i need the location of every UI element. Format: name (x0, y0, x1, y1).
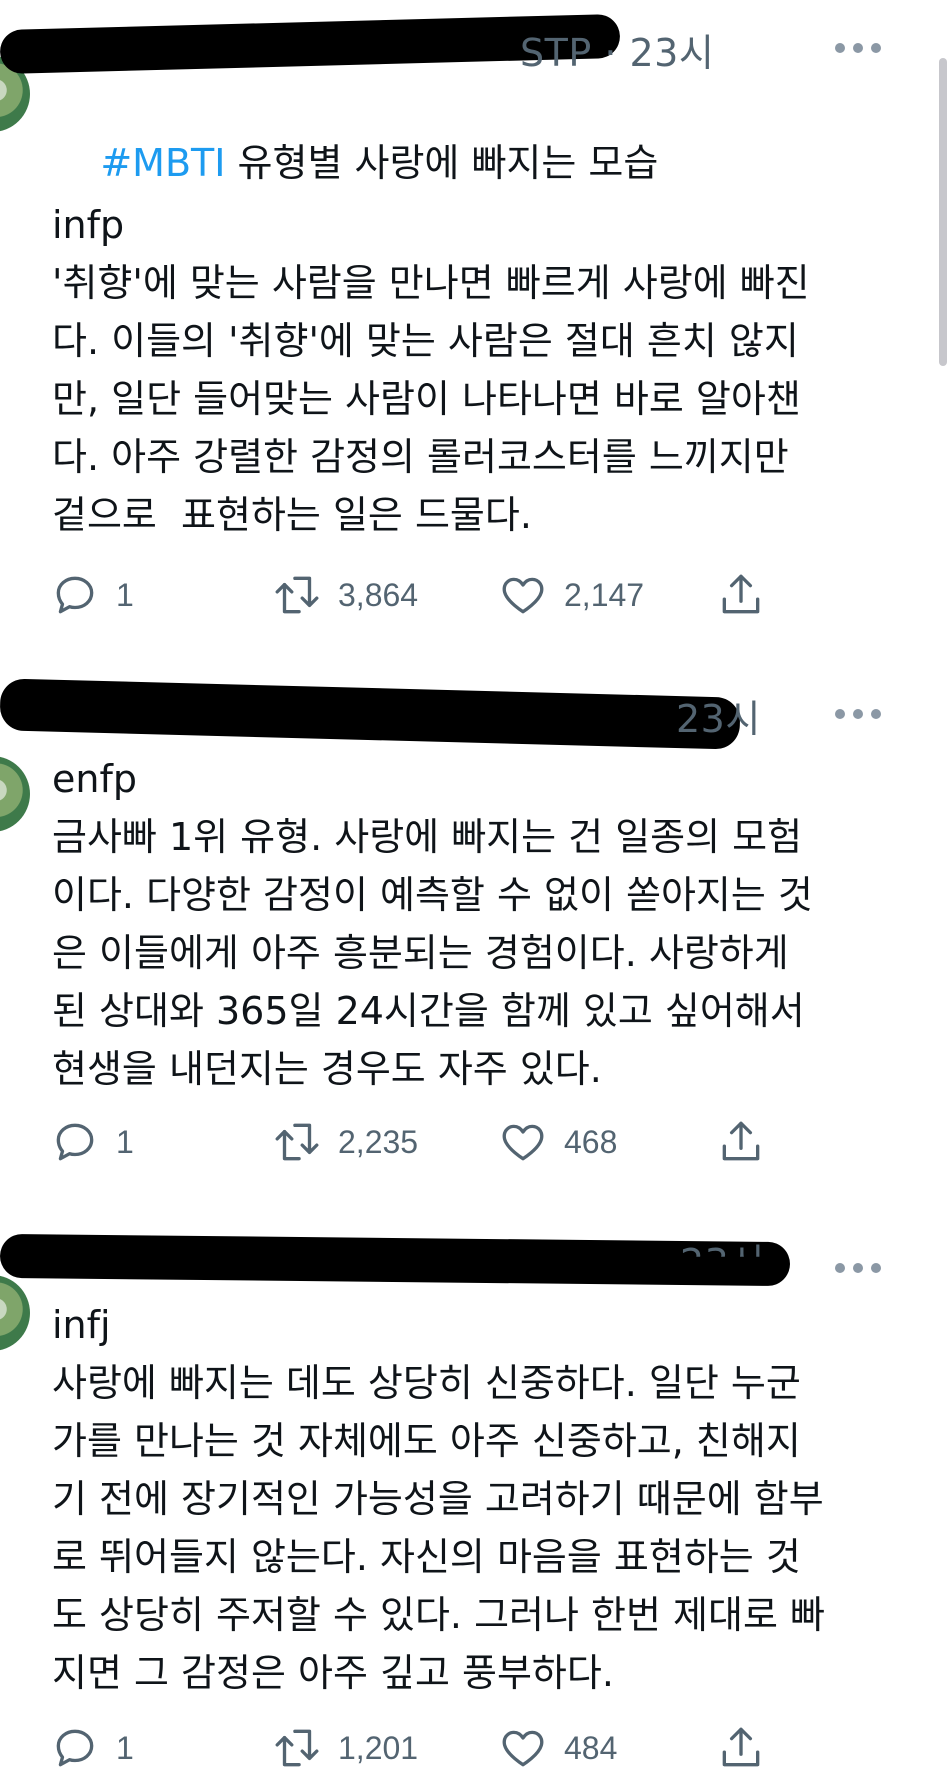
scrollbar[interactable] (939, 58, 947, 366)
hashtag-link[interactable]: #MBTI (100, 141, 225, 185)
tweet[interactable]: STP · 23시 #MBTI 유형별 사랑에 빠지는 모습 infp '취향'… (0, 0, 951, 614)
more-icon (835, 709, 845, 719)
tweet-actions: 1 1,201 484 (50, 1718, 880, 1778)
share-icon (722, 1727, 760, 1767)
retweet-button[interactable]: 1,201 (272, 1718, 418, 1778)
avatar[interactable] (0, 756, 30, 832)
redacted-author-info (0, 1233, 791, 1287)
mbti-type-label: infj (52, 1303, 111, 1347)
tweet-timestamp: 23시 (676, 697, 761, 741)
more-icon (835, 1263, 845, 1273)
more-options-button[interactable] (835, 1262, 881, 1274)
like-icon (502, 1730, 544, 1767)
tweet-text: 금사빠 1위 유형. 사랑에 빠지는 건 일종의 모험 이다. 다양한 감정이 … (52, 815, 813, 1091)
tweet[interactable]: 23시 enfp 금사빠 1위 유형. 사랑에 빠지는 건 일종의 모험 이다.… (0, 600, 951, 1161)
avatar[interactable] (0, 1275, 30, 1351)
retweet-count: 1,201 (338, 1729, 419, 1766)
tweet-timestamp: STP · 23시 (520, 31, 715, 75)
reply-icon (56, 1729, 94, 1767)
like-count: 484 (564, 1729, 618, 1766)
retweet-icon (275, 1729, 319, 1767)
more-options-button[interactable] (835, 708, 881, 720)
more-icon (835, 43, 845, 53)
like-button[interactable]: 484 (498, 1718, 617, 1778)
mbti-type-label: infp (52, 203, 125, 247)
share-button[interactable] (716, 1718, 766, 1778)
tweet-text: '취향'에 맞는 사람을 만나면 빠르게 사랑에 빠진 다. 이들의 '취향'에… (52, 261, 810, 537)
more-options-button[interactable] (835, 42, 881, 54)
reply-count: 1 (116, 1729, 134, 1766)
reply-button[interactable]: 1 (50, 1718, 134, 1778)
mbti-type-label: enfp (52, 757, 137, 801)
tweet-text: 사랑에 빠지는 데도 상당히 신중하다. 일단 누군 가를 만나는 것 자체에도… (52, 1361, 825, 1695)
redacted-author-info (0, 678, 741, 750)
tweet[interactable]: 23시 infj 사랑에 빠지는 데도 상당히 신중하다. 일단 누군 가를 만… (0, 1140, 951, 1792)
